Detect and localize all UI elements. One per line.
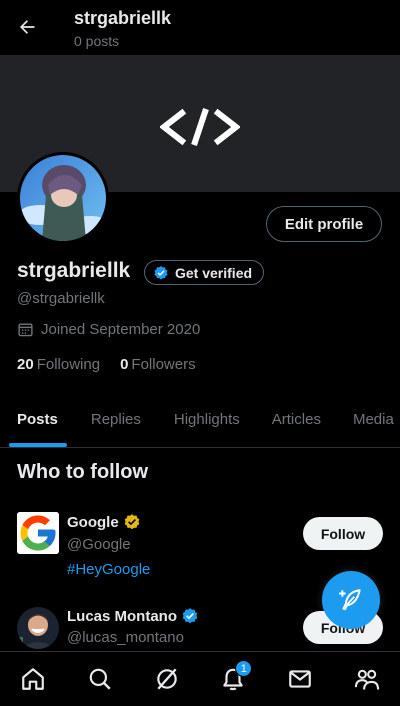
nav-search[interactable] [75,654,125,704]
gold-verified-icon [124,514,140,530]
grok-icon [156,668,177,690]
suggestion-name: Lucas Montano [67,607,199,625]
nav-notifications[interactable]: 1 [208,654,258,704]
top-bar: strgabriellk 0 posts [0,0,400,55]
suggestion-name: Google [67,513,141,531]
code-brackets-icon [160,108,240,146]
header-title: strgabriellk [74,8,172,28]
tab-highlights[interactable]: Highlights [158,392,256,447]
feather-plus-icon [339,589,361,611]
arrow-left-icon [20,20,35,34]
following-link[interactable]: 20 Following [17,356,100,373]
communities-icon [354,669,379,690]
profile-tabs: Posts Replies Highlights Articles Media [0,392,400,448]
blue-verified-icon [182,608,198,624]
nav-home[interactable] [8,654,58,704]
bottom-navigation: 1 [0,651,400,706]
avatar [17,607,59,649]
tab-media[interactable]: Media [337,392,400,447]
tab-media-label: Media [352,411,394,428]
followers-count: 0 [120,356,129,373]
tab-articles[interactable]: Articles [256,392,337,447]
tab-posts-label: Posts [17,411,58,428]
suggestion-handle: @Google [67,536,131,553]
suggestion-handle: @lucas_montano [67,629,184,646]
tab-articles-label: Articles [271,411,321,428]
profile-avatar[interactable] [17,152,109,244]
tab-highlights-label: Highlights [173,411,240,428]
notification-badge: 1 [235,660,253,677]
followers-link[interactable]: 0 Followers [120,356,196,373]
get-verified-button[interactable]: Get verified [144,260,265,285]
nav-communities[interactable] [342,654,392,704]
suggestion-name-text: Google [67,513,119,531]
active-tab-indicator [9,443,67,447]
tab-replies[interactable]: Replies [75,392,158,447]
joined-text: Joined September 2020 [41,321,201,338]
who-to-follow-title: Who to follow [17,461,149,483]
verified-badge-icon [154,265,168,279]
joined-date: Joined September 2020 [17,321,200,338]
edit-profile-button[interactable]: Edit profile [266,206,382,242]
search-icon [89,668,111,690]
google-logo [17,512,59,554]
get-verified-label: Get verified [175,264,253,281]
profile-handle: @strgabriellk [17,290,105,307]
compose-post-button[interactable] [322,571,380,629]
hashtag-link[interactable]: #HeyGoogle [67,561,150,578]
followers-label: Followers [131,356,196,373]
profile-name: strgabriellk [17,259,131,282]
follow-stats: 20 Following 0 Followers [17,356,196,373]
home-icon [22,668,45,690]
mail-icon [289,670,311,688]
following-label: Following [36,356,101,373]
avatar-image [20,155,106,241]
following-count: 20 [17,356,34,373]
suggestion-name-text: Lucas Montano [67,607,178,625]
calendar-icon [18,323,33,337]
follow-button[interactable]: Follow [303,517,383,550]
back-button[interactable] [12,12,42,42]
nav-grok[interactable] [142,654,192,704]
nav-messages[interactable] [275,654,325,704]
tab-posts[interactable]: Posts [0,392,75,447]
tab-replies-label: Replies [90,411,141,428]
header-post-count: 0 posts [74,33,120,49]
